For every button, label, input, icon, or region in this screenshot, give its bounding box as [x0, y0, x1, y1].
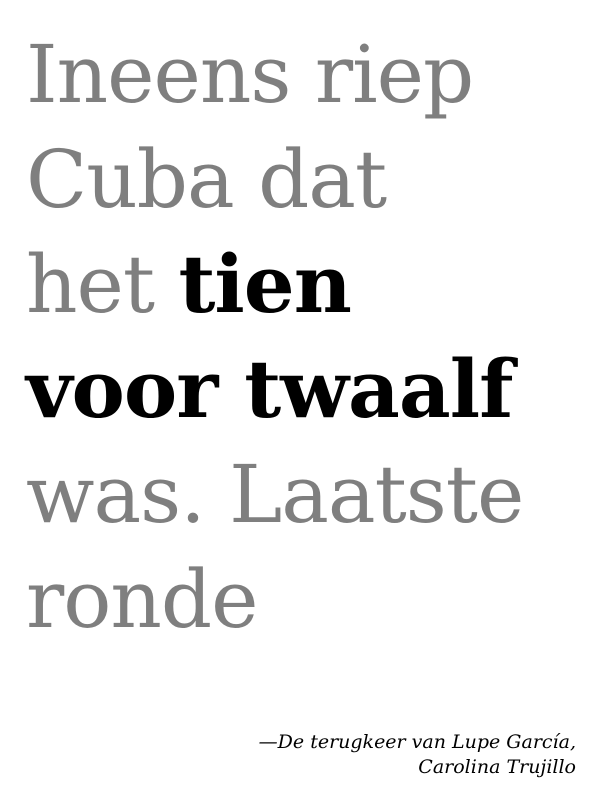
attribution-line-2: Carolina Trujillo	[418, 756, 576, 778]
attribution: —De terugkeer van Lupe García, Carolina …	[259, 730, 576, 780]
attribution-line-1: —De terugkeer van Lupe García,	[258, 731, 576, 753]
quote-line-5: was. Laatste	[26, 448, 524, 541]
quote-line-3-normal: het	[26, 238, 179, 331]
quote-emphasis-2: voor twaalf	[26, 342, 514, 436]
quote-line-2: Cuba dat	[26, 133, 387, 226]
quote-line-3: het tien	[26, 232, 586, 337]
quote-line-6: ronde	[26, 553, 258, 646]
quote-text: Ineens riep Cuba dat het tien voor twaal…	[26, 22, 586, 652]
quote-emphasis-1: tien	[178, 237, 351, 331]
quote-line-1: Ineens riep	[26, 28, 474, 121]
